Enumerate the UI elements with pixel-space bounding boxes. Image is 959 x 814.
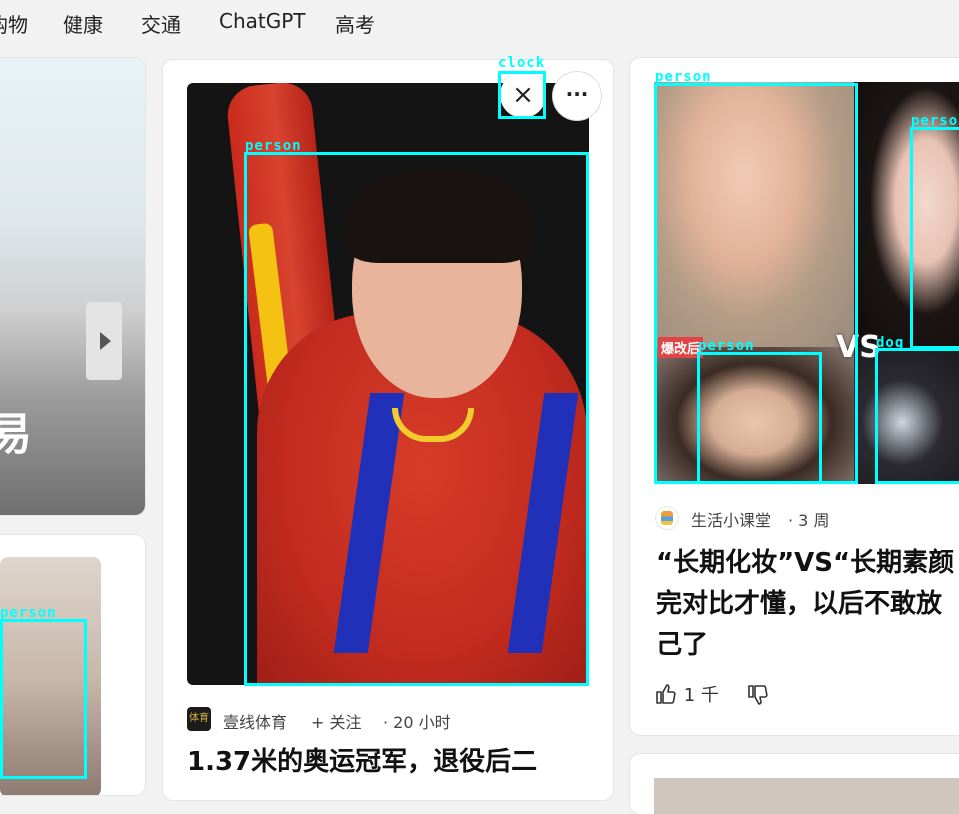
- dislike-button[interactable]: [746, 683, 770, 712]
- detection-label-person-right-bottom: person: [698, 338, 755, 354]
- nav-item-chatgpt[interactable]: ChatGPT: [219, 9, 306, 33]
- detection-box-person-left: [0, 619, 87, 779]
- follow-label: 关注: [329, 713, 362, 732]
- source-name[interactable]: 壹线体育: [223, 709, 287, 733]
- news-title-line-1[interactable]: “长期化妆”VS“长期素颜: [656, 544, 954, 582]
- right-news-card-2[interactable]: [630, 754, 959, 814]
- like-count: 1 千: [683, 685, 719, 706]
- nav-item-gaokao[interactable]: 高考: [335, 9, 375, 38]
- thumbs-up-icon: [656, 684, 676, 704]
- detection-box-person-center: [244, 152, 589, 686]
- detection-label-person-left: person: [0, 605, 57, 621]
- news-title-line-2[interactable]: 完对比才懂，以后不敢放: [656, 585, 942, 623]
- news-title[interactable]: 1.37米的奥运冠军，退役后二: [187, 743, 537, 781]
- news-title-line-3[interactable]: 己了: [656, 626, 708, 664]
- thumbs-down-icon: [748, 685, 768, 705]
- plus-icon: +: [311, 713, 325, 732]
- nav-item-shopping[interactable]: 购物: [0, 9, 28, 38]
- source-name[interactable]: 生活小课堂: [691, 507, 771, 531]
- detection-label-person-right-top: person: [655, 69, 712, 85]
- detection-box-person-right-bottom: [697, 352, 822, 484]
- detection-label-dog: dog: [876, 335, 905, 351]
- more-options-button[interactable]: ···: [553, 72, 601, 120]
- detection-box-person-right-2: [910, 127, 959, 349]
- source-logo: 体育: [187, 707, 211, 731]
- post-time: · 20 小时: [383, 713, 451, 732]
- detection-box-dog: [875, 348, 959, 484]
- source-logo: [656, 507, 678, 529]
- detection-label-person-center: person: [245, 138, 302, 154]
- detection-box-clock: [498, 71, 546, 119]
- nav-item-health[interactable]: 健康: [63, 9, 103, 38]
- post-time: · 3 周: [788, 511, 830, 530]
- like-button[interactable]: 1 千: [654, 681, 719, 707]
- detection-label-clock: clock: [498, 55, 546, 71]
- follow-button[interactable]: + 关注: [311, 709, 362, 733]
- nav-item-traffic[interactable]: 交通: [141, 9, 181, 38]
- left-feature-card[interactable]: 易: [0, 58, 145, 515]
- carousel-next-button[interactable]: [86, 302, 122, 380]
- right-news-image-2: [654, 778, 959, 814]
- top-nav: 购物 健康 交通 ChatGPT 高考: [0, 0, 959, 44]
- detection-label-person-right-2: person: [911, 113, 959, 129]
- left-feature-caption: 易: [0, 409, 32, 460]
- more-icon: ···: [565, 82, 589, 106]
